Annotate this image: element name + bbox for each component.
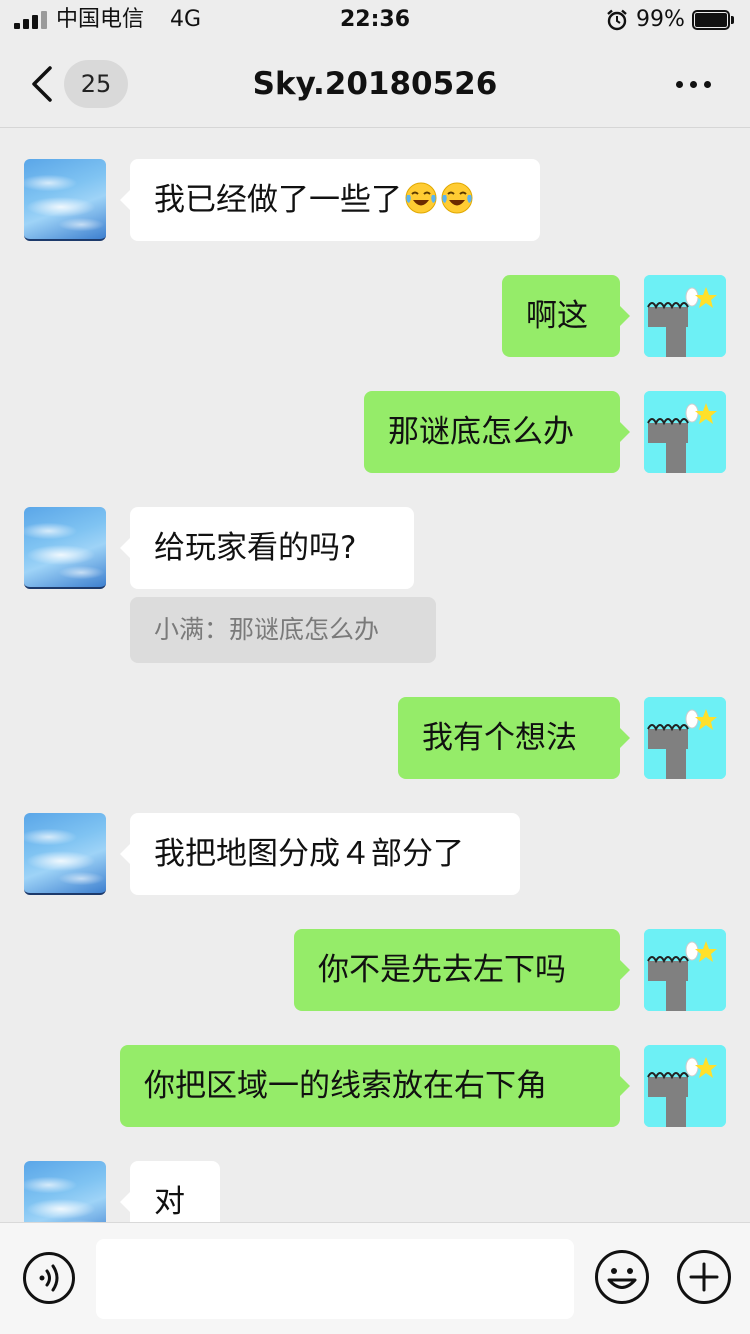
tower-star-avatar-icon xyxy=(644,391,726,473)
tower-star-avatar-icon xyxy=(644,697,726,779)
my-avatar[interactable] xyxy=(644,1045,726,1127)
message-text: 你不是先去左下吗 xyxy=(318,952,566,988)
contact-avatar[interactable] xyxy=(24,159,106,241)
status-bar: 中国电信 4G 22:36 99% xyxy=(0,0,750,40)
contact-avatar[interactable] xyxy=(24,813,106,895)
message-bubble-outgoing[interactable]: 啊这 xyxy=(502,275,630,357)
my-avatar[interactable] xyxy=(644,929,726,1011)
message-bubble-outgoing[interactable]: 我有个想法 xyxy=(398,697,630,779)
message-text: 给玩家看的吗? xyxy=(154,530,357,566)
message-bubble-outgoing[interactable]: 你不是先去左下吗 xyxy=(294,929,630,1011)
tower-star-avatar-icon xyxy=(644,929,726,1011)
message-list[interactable]: 我已经做了一些了 啊这 那谜底怎么办 给玩家看的吗? 小满：那谜底怎么办 我有个… xyxy=(0,128,750,1222)
message-bubble-incoming[interactable]: 对 xyxy=(120,1161,220,1222)
message-text: 你把区域一的线索放在右下角 xyxy=(144,1068,547,1104)
face-with-tears-of-joy-icon xyxy=(405,182,437,214)
input-bar xyxy=(0,1222,750,1334)
battery-icon xyxy=(692,10,734,30)
message-text: 我把地图分成４部分了 xyxy=(154,836,464,872)
my-avatar[interactable] xyxy=(644,697,726,779)
my-avatar[interactable] xyxy=(644,391,726,473)
message-bubble-outgoing[interactable]: 你把区域一的线索放在右下角 xyxy=(120,1045,630,1127)
plus-icon[interactable] xyxy=(676,1249,732,1305)
my-avatar[interactable] xyxy=(644,275,726,357)
tower-star-avatar-icon xyxy=(644,275,726,357)
chat-header: 25 Sky.20180526 xyxy=(0,40,750,128)
message-text: 我已经做了一些了 xyxy=(154,182,402,218)
face-with-tears-of-joy-icon xyxy=(441,182,473,214)
alarm-clock-icon xyxy=(607,9,627,31)
message-bubble-incoming[interactable]: 我已经做了一些了 xyxy=(120,159,540,241)
quoted-message[interactable]: 小满：那谜底怎么办 xyxy=(130,597,436,663)
tower-star-avatar-icon xyxy=(644,1045,726,1127)
message-bubble-incoming[interactable]: 我把地图分成４部分了 xyxy=(120,813,520,895)
message-bubble-outgoing[interactable]: 那谜底怎么办 xyxy=(364,391,630,473)
more-options-icon[interactable] xyxy=(668,70,718,98)
contact-avatar[interactable] xyxy=(24,507,106,589)
contact-avatar[interactable] xyxy=(24,1161,106,1222)
message-text: 对 xyxy=(154,1184,185,1220)
message-text: 那谜底怎么办 xyxy=(388,414,574,450)
message-bubble-incoming[interactable]: 给玩家看的吗? xyxy=(120,507,414,589)
battery-percent: 99% xyxy=(636,7,685,32)
voice-input-icon[interactable] xyxy=(22,1251,76,1305)
message-text: 我有个想法 xyxy=(422,720,577,756)
quoted-message-text: 小满：那谜底怎么办 xyxy=(154,615,380,644)
emoji-smile-icon[interactable] xyxy=(594,1249,650,1305)
message-text: 啊这 xyxy=(526,298,588,334)
chat-title: Sky.20180526 xyxy=(252,66,498,102)
message-input[interactable] xyxy=(96,1239,574,1319)
